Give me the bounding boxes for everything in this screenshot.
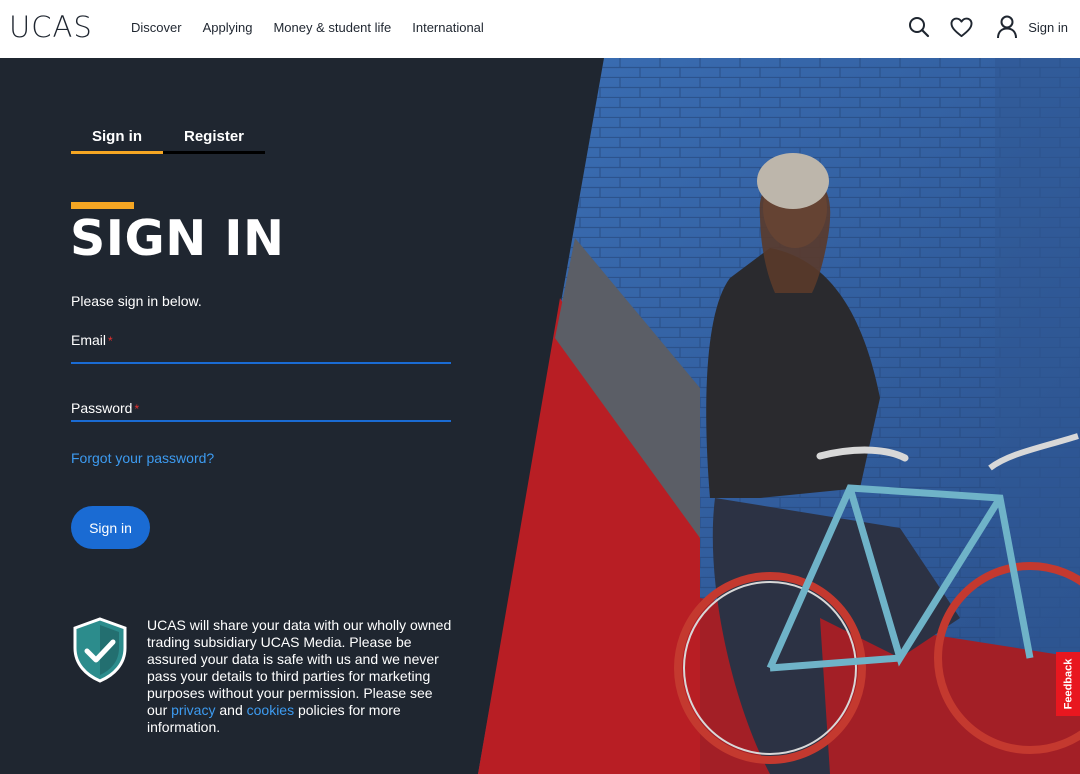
required-marker: * — [108, 334, 113, 348]
tab-sign-in[interactable]: Sign in — [71, 126, 163, 154]
intro-text: Please sign in below. — [71, 293, 202, 309]
ucas-logo[interactable]: UCAS — [9, 10, 93, 44]
page-title: SIGN IN — [70, 210, 285, 267]
nav-international[interactable]: International — [412, 20, 484, 35]
required-marker: * — [134, 402, 140, 416]
forgot-password-link[interactable]: Forgot your password? — [71, 450, 214, 466]
password-label: Password * — [71, 400, 140, 416]
nav-applying[interactable]: Applying — [203, 20, 253, 35]
auth-tabs: Sign in Register — [71, 126, 266, 154]
heart-icon[interactable] — [948, 12, 974, 42]
nav-discover[interactable]: Discover — [131, 20, 182, 35]
header-sign-in-link[interactable]: Sign in — [1028, 20, 1068, 35]
email-field[interactable]: Email * — [71, 332, 451, 364]
email-label: Email * — [71, 332, 113, 348]
tab-register[interactable]: Register — [163, 126, 266, 154]
site-header: UCAS Discover Applying Money & student l… — [0, 0, 1080, 58]
sign-in-page: Sign in Register SIGN IN Please sign in … — [0, 58, 1080, 774]
password-field[interactable]: Password * — [71, 400, 451, 422]
title-accent-bar — [71, 202, 134, 209]
nav-money-student-life[interactable]: Money & student life — [273, 20, 391, 35]
password-input[interactable] — [71, 418, 451, 422]
sign-in-button[interactable]: Sign in — [71, 506, 150, 549]
cookies-link[interactable]: cookies — [247, 702, 294, 718]
header-actions: Sign in — [906, 12, 1068, 42]
privacy-link[interactable]: privacy — [171, 702, 215, 718]
user-icon[interactable] — [994, 12, 1020, 42]
shield-check-icon — [73, 617, 127, 683]
email-input[interactable] — [71, 350, 451, 354]
privacy-notice: UCAS will share your data with our wholl… — [147, 617, 452, 735]
main-nav: Discover Applying Money & student life I… — [131, 20, 484, 35]
search-icon[interactable] — [906, 12, 932, 42]
feedback-tab[interactable]: Feedback — [1056, 652, 1080, 716]
